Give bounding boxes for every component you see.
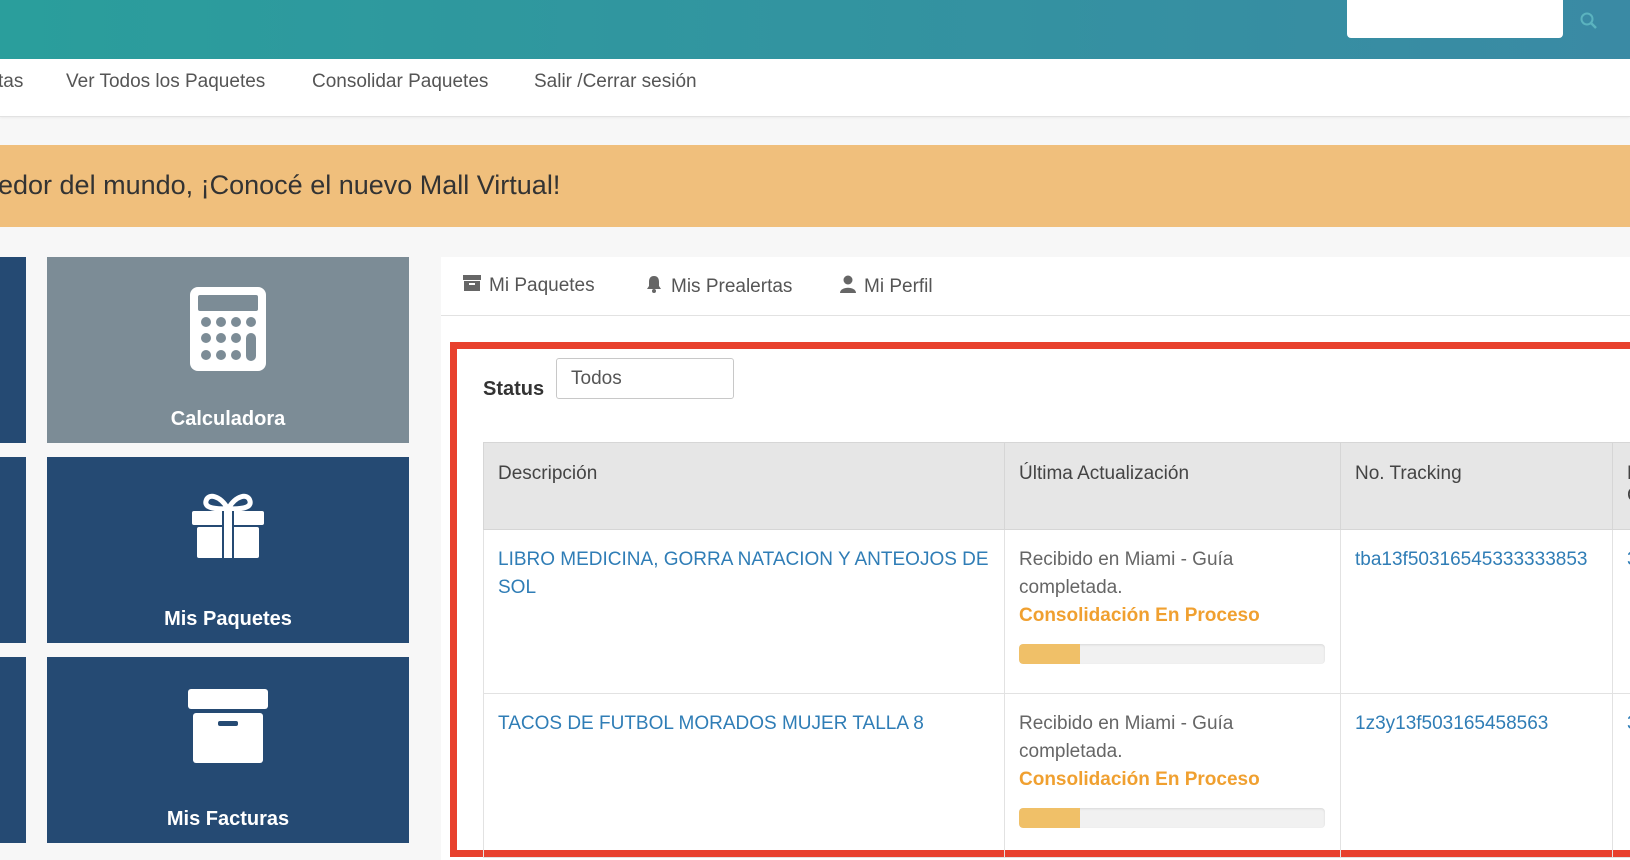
tile-mis-paquetes[interactable]: Mis Paquetes — [47, 457, 409, 643]
archive-box-icon — [47, 689, 409, 765]
tile-edge-1[interactable] — [0, 257, 26, 443]
tile-calculadora[interactable]: Calculadora — [47, 257, 409, 443]
archive-icon — [463, 275, 481, 297]
stage-text: Consolidación En Proceso — [1019, 605, 1260, 626]
nav-item-ver-todos[interactable]: Ver Todos los Paquetes — [66, 71, 265, 93]
status-select[interactable]: Todos — [556, 358, 734, 399]
tab-label: Mis Prealertas — [671, 276, 793, 297]
nav-item-logout[interactable]: Salir /Cerrar sesión — [534, 71, 697, 93]
user-icon — [840, 275, 856, 299]
tab-mi-perfil[interactable]: Mi Perfil — [840, 275, 933, 299]
header-cropped[interactable]: N C — [1612, 442, 1630, 530]
nav-item-alertas[interactable]: tas — [0, 71, 23, 93]
progress-bar — [1019, 808, 1325, 828]
tab-label: Mi Paquetes — [489, 275, 595, 296]
progress-fill — [1019, 644, 1081, 664]
bell-icon — [645, 275, 663, 299]
update-text: Recibido en Miami - Guía completada. — [1019, 713, 1234, 762]
nav-item-consolidar[interactable]: Consolidar Paquetes — [312, 71, 488, 93]
top-bar — [0, 0, 1630, 59]
tile-mis-facturas[interactable]: Mis Facturas — [47, 657, 409, 843]
tab-mis-prealertas[interactable]: Mis Prealertas — [645, 275, 792, 299]
status-label: Status — [483, 378, 545, 400]
header-descripcion[interactable]: Descripción — [483, 442, 1005, 530]
tile-label: Mis Facturas — [166, 808, 290, 830]
tile-label: Calculadora — [170, 408, 286, 430]
tile-edge-3[interactable] — [0, 657, 26, 843]
banner-text: edor del mundo, ¡Conocé el nuevo Mall Vi… — [0, 170, 561, 200]
tracking-link[interactable]: tba13f50316545333333853 — [1355, 549, 1587, 570]
update-text: Recibido en Miami - Guía completada. — [1019, 549, 1234, 598]
table-header-row: Descripción Última Actualización No. Tra… — [483, 442, 1630, 530]
table-row: LIBRO MEDICINA, GORRA NATACION Y ANTEOJO… — [483, 529, 1630, 694]
tile-label: Mis Paquetes — [164, 608, 292, 630]
table-row: TACOS DE FUTBOL MORADOS MUJER TALLA 8 Re… — [483, 693, 1630, 858]
packages-table: Descripción Última Actualización No. Tra… — [483, 442, 1630, 858]
description-link[interactable]: TACOS DE FUTBOL MORADOS MUJER TALLA 8 — [498, 713, 924, 734]
calculator-icon — [47, 285, 409, 373]
progress-bar — [1019, 644, 1325, 664]
tracking-link[interactable]: 1z3y13f503165458563 — [1355, 713, 1548, 734]
progress-fill — [1019, 808, 1081, 828]
header-tracking[interactable]: No. Tracking — [1340, 442, 1613, 530]
gift-icon — [47, 491, 409, 559]
stage-text: Consolidación En Proceso — [1019, 769, 1260, 790]
tab-mi-paquetes[interactable]: Mi Paquetes — [463, 275, 595, 297]
tab-bar: Mi Paquetes Mis Prealertas Mi Perfil — [441, 257, 1630, 316]
search-input[interactable] — [1347, 0, 1563, 38]
search-icon[interactable] — [1580, 12, 1598, 35]
tab-label: Mi Perfil — [864, 276, 933, 297]
main-nav: tas Ver Todos los Paquetes Consolidar Pa… — [0, 59, 1630, 117]
description-link[interactable]: LIBRO MEDICINA, GORRA NATACION Y ANTEOJO… — [498, 549, 989, 598]
promo-banner[interactable]: edor del mundo, ¡Conocé el nuevo Mall Vi… — [0, 145, 1630, 227]
header-ultima-actualizacion[interactable]: Última Actualización — [1004, 442, 1341, 530]
tile-edge-2[interactable] — [0, 457, 26, 643]
